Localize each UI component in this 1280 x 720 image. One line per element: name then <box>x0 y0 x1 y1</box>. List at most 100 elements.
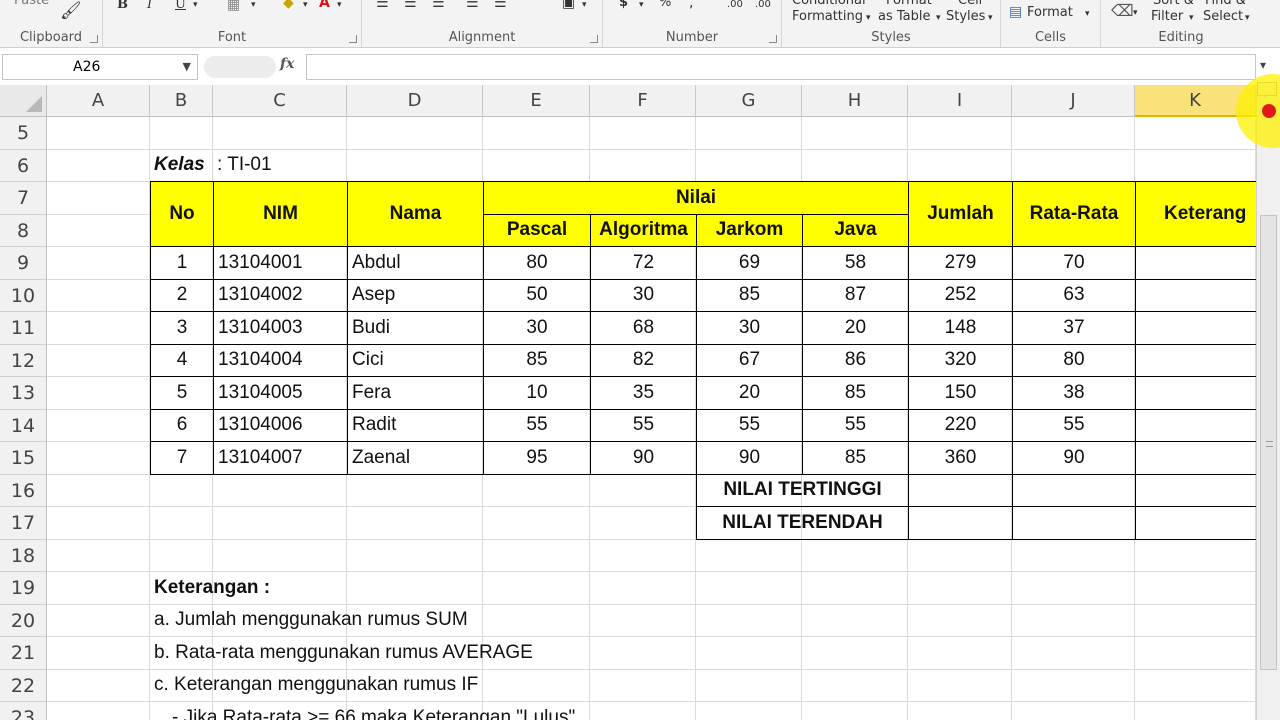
cell-nim[interactable]: 13104007 <box>213 441 348 475</box>
column-header-a[interactable]: A <box>47 85 150 117</box>
sort-filter-button[interactable]: Sort & Filter ▾ <box>1151 0 1207 30</box>
cell-nim[interactable]: 13104001 <box>213 246 348 280</box>
column-header-e[interactable]: E <box>483 85 590 117</box>
cell-nim[interactable]: 13104006 <box>213 408 348 442</box>
cell-rata-rata[interactable]: 63 <box>1012 278 1136 312</box>
formula-bar-divider[interactable] <box>204 56 276 78</box>
cell-no[interactable]: 5 <box>150 376 214 410</box>
merge-dropdown-icon[interactable]: ▾ <box>582 0 587 12</box>
cell-algoritma[interactable]: 35 <box>590 376 697 410</box>
borders-dropdown-icon[interactable]: ▾ <box>251 0 256 12</box>
header-pascal[interactable]: Pascal <box>483 213 591 247</box>
cell-nim[interactable]: 13104005 <box>213 376 348 410</box>
cell-keterangan[interactable] <box>1135 311 1256 345</box>
cell-keterangan[interactable] <box>1135 278 1256 312</box>
underline-button[interactable]: U <box>175 0 186 12</box>
row-header-18[interactable]: 18 <box>0 539 47 572</box>
nilai-tertinggi-label[interactable]: NILAI TERTINGGI <box>696 473 909 507</box>
cell-nama[interactable]: Radit <box>347 408 484 442</box>
currency-dropdown-icon[interactable]: ▾ <box>639 0 644 12</box>
vertical-scrollbar[interactable] <box>1256 85 1280 720</box>
row-header-11[interactable]: 11 <box>0 312 47 345</box>
cell-algoritma[interactable]: 90 <box>590 441 697 475</box>
cell-jarkom[interactable]: 67 <box>696 343 803 377</box>
borders-icon[interactable]: ▦ <box>227 0 240 12</box>
font-color-icon[interactable]: A <box>319 0 330 10</box>
cell-jarkom[interactable]: 20 <box>696 376 803 410</box>
cell-java[interactable]: 55 <box>802 408 909 442</box>
row-header-15[interactable]: 15 <box>0 442 47 475</box>
cell-nama[interactable]: Budi <box>347 311 484 345</box>
cell-keterangan[interactable] <box>1135 408 1256 442</box>
row-header-9[interactable]: 9 <box>0 247 47 280</box>
row-header-23[interactable]: 23 <box>0 702 47 720</box>
cell-rata-rata[interactable]: 37 <box>1012 311 1136 345</box>
nilai-terendah-keterangan[interactable] <box>1135 506 1256 540</box>
find-select-button[interactable]: Find & Select ▾ <box>1203 0 1259 30</box>
format-painter-icon[interactable]: 🖌 <box>60 3 82 20</box>
expand-formula-bar-icon[interactable]: ▾ <box>1260 58 1266 72</box>
nilai-tertinggi-jumlah[interactable] <box>908 473 1013 507</box>
row-header-17[interactable]: 17 <box>0 507 47 540</box>
increase-decimal-icon[interactable]: .00 <box>727 0 743 12</box>
cell-java[interactable]: 58 <box>802 246 909 280</box>
note-line[interactable]: b. Rata-rata menggunakan rumus AVERAGE <box>150 636 803 670</box>
nilai-terendah-label[interactable]: NILAI TERENDAH <box>696 506 909 540</box>
header-nim[interactable]: NIM <box>213 181 348 247</box>
comma-style-icon[interactable]: , <box>689 0 693 10</box>
cell-nim[interactable]: 13104002 <box>213 278 348 312</box>
column-header-i[interactable]: I <box>908 85 1012 117</box>
cell-rata-rata[interactable]: 90 <box>1012 441 1136 475</box>
row-header-8[interactable]: 8 <box>0 214 47 247</box>
header-nilai[interactable]: Nilai <box>483 181 909 215</box>
cell-no[interactable]: 6 <box>150 408 214 442</box>
row-header-22[interactable]: 22 <box>0 669 47 702</box>
cell-java[interactable]: 86 <box>802 343 909 377</box>
column-header-h[interactable]: H <box>802 85 908 117</box>
cell-no[interactable]: 7 <box>150 441 214 475</box>
cell-pascal[interactable]: 80 <box>483 246 591 280</box>
kelas-label[interactable]: Kelas <box>150 149 214 183</box>
alignment-launcher-icon[interactable] <box>590 35 598 43</box>
decrease-indent-icon[interactable]: ☰ <box>466 0 479 10</box>
align-left-icon[interactable]: ☰ <box>376 0 389 10</box>
keterangan-title[interactable]: Keterangan : <box>150 571 697 605</box>
column-header-f[interactable]: F <box>590 85 696 117</box>
decrease-decimal-icon[interactable]: .00 <box>755 0 771 12</box>
conditional-formatting-button[interactable]: Conditional Formatting ▾ <box>792 0 878 30</box>
cell-nama[interactable]: Cici <box>347 343 484 377</box>
row-header-10[interactable]: 10 <box>0 279 47 312</box>
align-right-icon[interactable]: ☰ <box>432 0 445 10</box>
cell-jumlah[interactable]: 279 <box>908 246 1013 280</box>
cell-algoritma[interactable]: 82 <box>590 343 697 377</box>
header-jumlah[interactable]: Jumlah <box>908 181 1013 247</box>
cell-nama[interactable]: Fera <box>347 376 484 410</box>
column-header-b[interactable]: B <box>150 85 213 117</box>
cell-jumlah[interactable]: 320 <box>908 343 1013 377</box>
cell-keterangan[interactable] <box>1135 246 1256 280</box>
cell-pascal[interactable]: 50 <box>483 278 591 312</box>
bold-button[interactable]: B <box>117 0 128 12</box>
format-as-table-button[interactable]: Format as Table ▾ <box>878 0 948 30</box>
row-header-19[interactable]: 19 <box>0 572 47 605</box>
nilai-terendah-jumlah[interactable] <box>908 506 1013 540</box>
note-line[interactable]: c. Keterangan menggunakan rumus IF <box>150 669 803 703</box>
cell-jarkom[interactable]: 69 <box>696 246 803 280</box>
cell-java[interactable]: 85 <box>802 441 909 475</box>
note-line[interactable]: a. Jumlah menggunakan rumus SUM <box>150 604 803 638</box>
cell-keterangan[interactable] <box>1135 343 1256 377</box>
header-algoritma[interactable]: Algoritma <box>590 213 697 247</box>
number-launcher-icon[interactable] <box>769 35 777 43</box>
cell-jumlah[interactable]: 252 <box>908 278 1013 312</box>
cell-nama[interactable]: Abdul <box>347 246 484 280</box>
cell-algoritma[interactable]: 55 <box>590 408 697 442</box>
row-header-6[interactable]: 6 <box>0 149 47 182</box>
column-header-g[interactable]: G <box>696 85 802 117</box>
paste-button[interactable]: Paste <box>14 0 49 8</box>
percent-button[interactable]: % <box>659 0 671 10</box>
header-java[interactable]: Java <box>802 213 909 247</box>
nilai-tertinggi-keterangan[interactable] <box>1135 473 1256 507</box>
cell-no[interactable]: 1 <box>150 246 214 280</box>
select-all-corner[interactable] <box>0 85 47 117</box>
cell-algoritma[interactable]: 68 <box>590 311 697 345</box>
